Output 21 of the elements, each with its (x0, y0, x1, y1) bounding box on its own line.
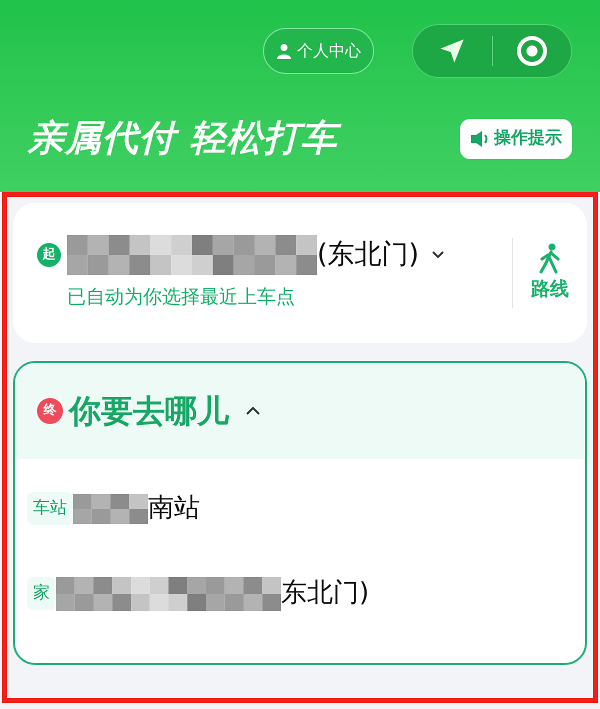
end-badge: 终 (37, 398, 63, 424)
speaker-icon (470, 130, 490, 148)
chevron-up-icon[interactable] (245, 406, 261, 416)
pickup-note: 已自动为你选择最近上车点 (67, 285, 296, 310)
suggestion-item[interactable]: 家 东北门) (27, 574, 585, 613)
place-tag: 车站 (27, 492, 73, 526)
start-badge: 起 (37, 242, 61, 267)
walking-person-icon (538, 242, 562, 275)
route-button[interactable]: 路线 (525, 242, 575, 304)
suggestion-item[interactable]: 车站 南站 (27, 489, 585, 528)
chevron-down-icon (431, 250, 446, 260)
destination-prompt: 你要去哪儿 (69, 391, 229, 432)
navigation-arrow-icon (438, 37, 466, 65)
place-tag: 家 (27, 576, 56, 610)
person-icon (276, 43, 292, 59)
pickup-address: (东北门) (317, 238, 420, 272)
tips-button[interactable]: 操作提示 (460, 119, 572, 159)
target-icon (516, 35, 548, 67)
profile-button[interactable]: 个人中心 (263, 28, 374, 74)
place-name: 东北门) (281, 577, 370, 610)
place-name: 南站 (148, 492, 200, 525)
